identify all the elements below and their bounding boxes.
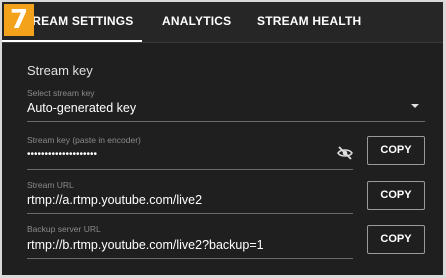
eye-off-icon[interactable] xyxy=(337,146,353,160)
copy-backup-url-button[interactable]: COPY xyxy=(367,225,425,254)
backup-url-label: Backup server URL xyxy=(27,224,101,234)
copy-stream-url-button[interactable]: COPY xyxy=(367,181,425,210)
select-underline xyxy=(27,121,425,122)
stream-url-label: Stream URL xyxy=(27,180,74,190)
section-title: Stream key xyxy=(27,63,93,78)
tab-bar: STREAM SETTINGS ANALYTICS STREAM HEALTH xyxy=(2,2,443,43)
stream-key-section: Stream key Select stream key Auto-genera… xyxy=(2,43,443,277)
stream-settings-panel: 7 STREAM SETTINGS ANALYTICS STREAM HEALT… xyxy=(0,0,446,278)
select-stream-key-value[interactable]: Auto-generated key xyxy=(27,101,136,115)
backup-url-underline xyxy=(27,258,353,259)
dropdown-arrow-icon[interactable] xyxy=(411,104,419,108)
stream-url-input[interactable]: rtmp://a.rtmp.youtube.com/live2 xyxy=(27,193,202,207)
stream-key-input[interactable]: •••••••••••••••••••• xyxy=(27,149,97,160)
select-stream-key-label: Select stream key xyxy=(27,88,95,98)
step-badge: 7 xyxy=(4,4,34,36)
tab-analytics[interactable]: ANALYTICS xyxy=(162,2,231,42)
stream-key-underline xyxy=(27,169,353,170)
stream-key-label: Stream key (paste in encoder) xyxy=(27,135,141,145)
copy-stream-key-button[interactable]: COPY xyxy=(367,136,425,165)
stream-url-underline xyxy=(27,213,353,214)
tab-stream-health[interactable]: STREAM HEALTH xyxy=(257,2,361,42)
backup-url-input[interactable]: rtmp://b.rtmp.youtube.com/live2?backup=1 xyxy=(27,238,264,252)
